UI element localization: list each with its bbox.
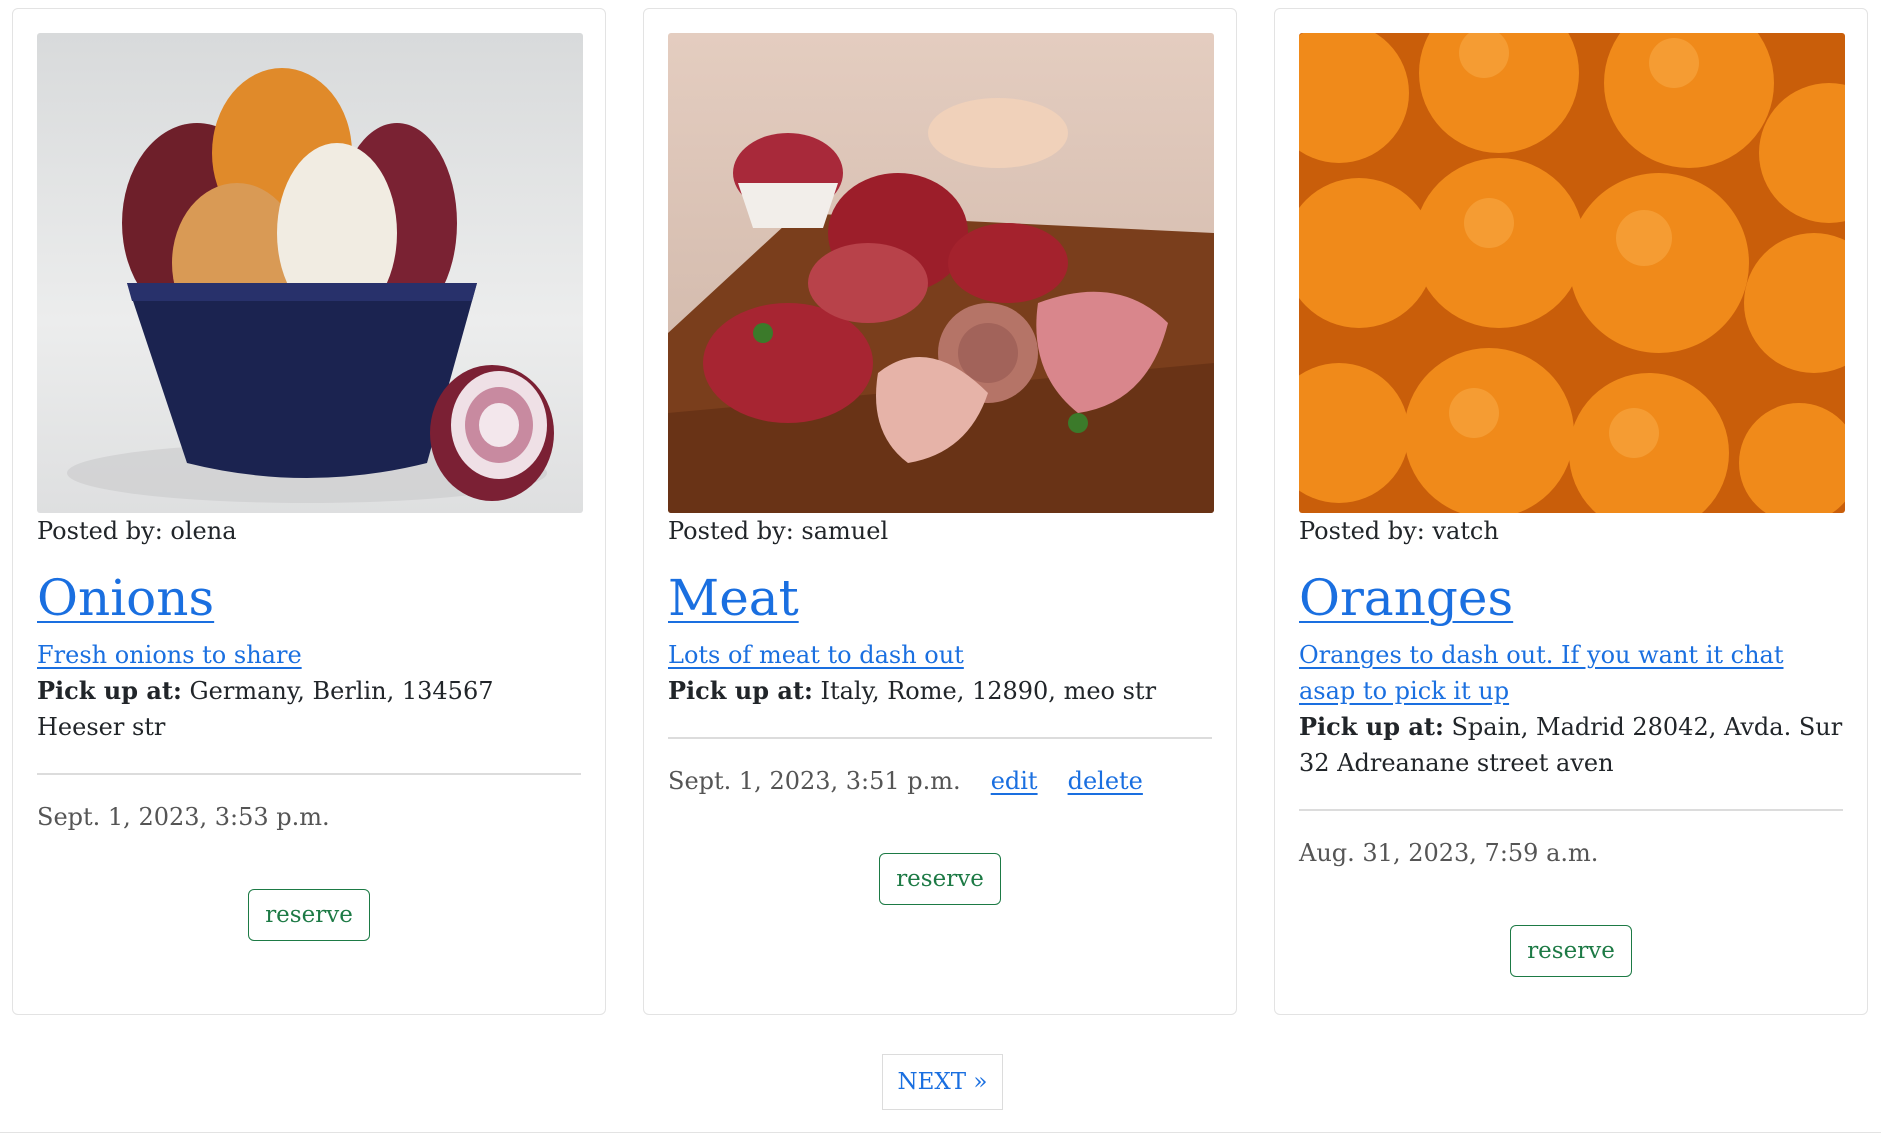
post-card: Posted by: samuel Meat Lots of meat to d… — [643, 8, 1237, 1015]
pickup-location: Pick up at: Italy, Rome, 12890, meo str — [668, 673, 1212, 709]
post-description-link[interactable]: Fresh onions to share — [37, 637, 581, 673]
posted-by: Posted by: olena — [37, 517, 237, 545]
reserve-button[interactable]: reserve — [248, 889, 370, 941]
pickup-location: Pick up at: Germany, Berlin, 134567 Hees… — [37, 673, 581, 745]
pickup-label: Pick up at: — [1299, 712, 1444, 741]
post-date: Sept. 1, 2023, 3:53 p.m. — [37, 803, 330, 831]
post-meta: Sept. 1, 2023, 3:51 p.m. edit delete — [668, 763, 1212, 799]
divider — [668, 737, 1212, 739]
post-meta: Sept. 1, 2023, 3:53 p.m. — [37, 799, 581, 835]
oranges-photo — [1299, 33, 1845, 513]
post-title-link[interactable]: Meat — [668, 569, 799, 627]
reserve-button[interactable]: reserve — [1510, 925, 1632, 977]
post-card: Posted by: olena Onions Fresh onions to … — [12, 8, 606, 1015]
posted-by: Posted by: samuel — [668, 517, 889, 545]
post-list: Posted by: olena Onions Fresh onions to … — [12, 8, 1868, 1015]
divider — [0, 1132, 1881, 1133]
onions-photo — [37, 33, 583, 513]
pickup-address: Italy, Rome, 12890, meo str — [820, 677, 1157, 705]
post-description-link[interactable]: Lots of meat to dash out — [668, 637, 1212, 673]
page: Posted by: olena Onions Fresh onions to … — [0, 0, 1881, 1134]
post-description-link[interactable]: Oranges to dash out. If you want it chat… — [1299, 637, 1843, 709]
post-date: Sept. 1, 2023, 3:51 p.m. — [668, 767, 961, 795]
post-date: Aug. 31, 2023, 7:59 a.m. — [1299, 839, 1599, 867]
posted-by: Posted by: vatch — [1299, 517, 1499, 545]
post-title-link[interactable]: Oranges — [1299, 569, 1513, 627]
pickup-label: Pick up at: — [37, 676, 182, 705]
meat-photo — [668, 33, 1214, 513]
edit-link[interactable]: edit — [991, 763, 1038, 799]
next-page-button[interactable]: NEXT » — [882, 1054, 1003, 1110]
pickup-label: Pick up at: — [668, 676, 813, 705]
divider — [1299, 809, 1843, 811]
reserve-button[interactable]: reserve — [879, 853, 1001, 905]
post-card: Posted by: vatch Oranges Oranges to dash… — [1274, 8, 1868, 1015]
post-meta: Aug. 31, 2023, 7:59 a.m. — [1299, 835, 1843, 871]
post-title-link[interactable]: Onions — [37, 569, 214, 627]
divider — [37, 773, 581, 775]
pickup-location: Pick up at: Spain, Madrid 28042, Avda. S… — [1299, 709, 1843, 781]
delete-link[interactable]: delete — [1068, 763, 1143, 799]
